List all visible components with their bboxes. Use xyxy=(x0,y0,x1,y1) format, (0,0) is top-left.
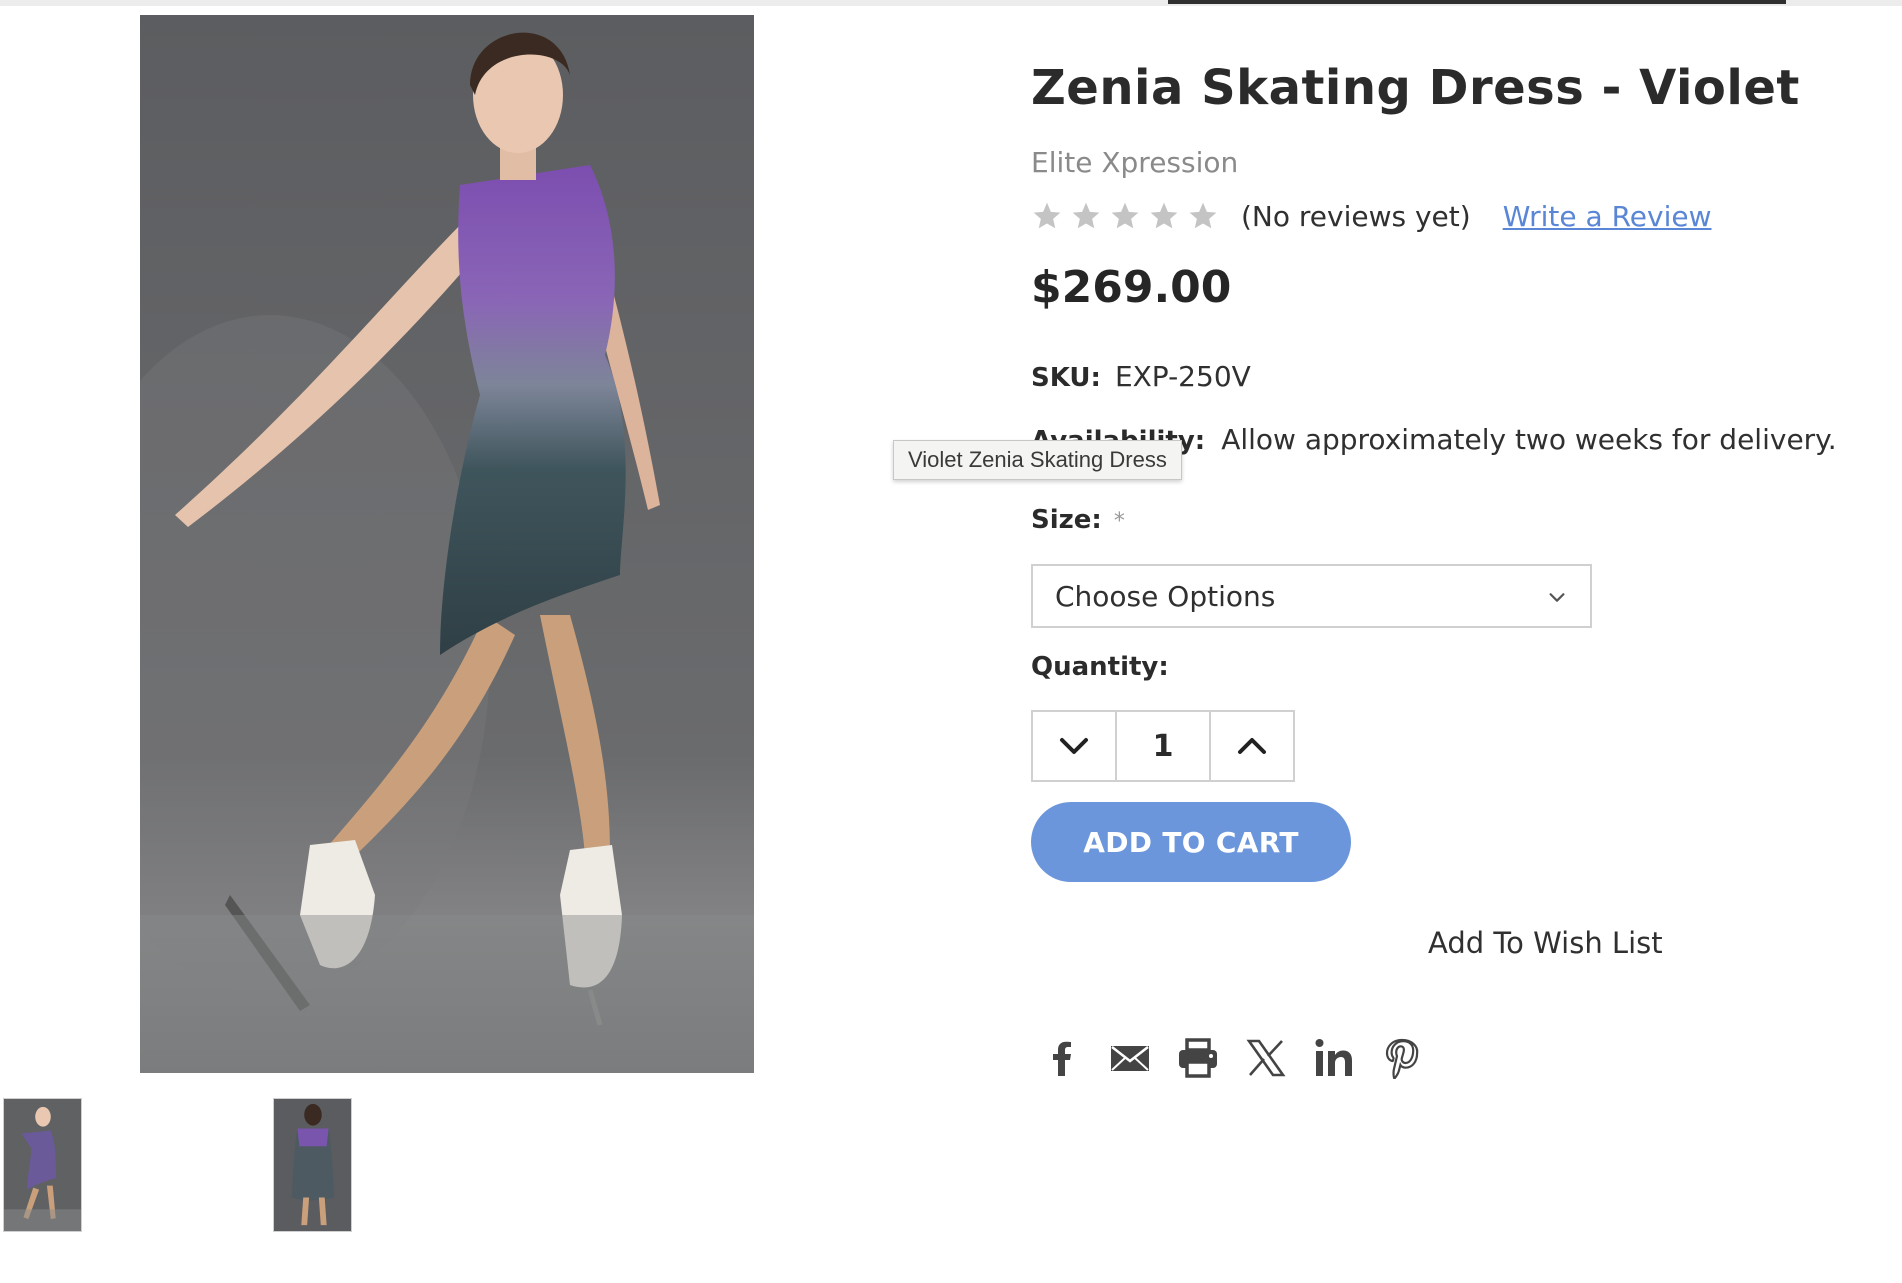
quantity-increase-button[interactable] xyxy=(1211,712,1293,780)
image-tooltip: Violet Zenia Skating Dress xyxy=(893,440,1182,480)
quantity-input[interactable]: 1 xyxy=(1115,712,1211,780)
write-review-link[interactable]: Write a Review xyxy=(1503,200,1712,233)
rating-stars xyxy=(1031,200,1219,232)
add-to-cart-button[interactable]: ADD TO CART xyxy=(1031,802,1351,882)
print-icon[interactable] xyxy=(1176,1036,1220,1080)
main-product-image[interactable] xyxy=(140,15,754,1073)
rating-row: (No reviews yet) Write a Review xyxy=(1031,196,1711,236)
required-marker: * xyxy=(1113,509,1125,534)
star-icon xyxy=(1109,200,1141,232)
active-tab-indicator xyxy=(1168,0,1786,4)
size-select-value: Choose Options xyxy=(1055,580,1276,613)
quantity-decrease-button[interactable] xyxy=(1033,712,1115,780)
sku-label: SKU: xyxy=(1031,363,1101,393)
x-icon[interactable] xyxy=(1244,1036,1288,1080)
chevron-down-icon xyxy=(1060,738,1088,754)
linkedin-icon[interactable] xyxy=(1312,1036,1356,1080)
quantity-stepper: 1 xyxy=(1031,710,1295,782)
sku-row: SKU: EXP-250V xyxy=(1031,360,1251,393)
size-row: Size: * xyxy=(1031,505,1125,535)
star-icon xyxy=(1070,200,1102,232)
product-brand[interactable]: Elite Xpression xyxy=(1031,146,1238,179)
email-icon[interactable] xyxy=(1108,1036,1152,1080)
star-icon xyxy=(1148,200,1180,232)
quantity-label: Quantity: xyxy=(1031,652,1169,682)
pinterest-icon[interactable] xyxy=(1380,1036,1424,1080)
chevron-down-icon xyxy=(1549,593,1565,602)
sku-value: EXP-250V xyxy=(1114,360,1251,393)
gallery-thumbnail-back[interactable] xyxy=(273,1098,352,1232)
quantity-row: Quantity: xyxy=(1031,652,1169,682)
size-label: Size: xyxy=(1031,505,1102,535)
facebook-icon[interactable] xyxy=(1040,1036,1084,1080)
size-select[interactable]: Choose Options xyxy=(1031,564,1592,628)
star-icon xyxy=(1187,200,1219,232)
reviews-count: (No reviews yet) xyxy=(1241,199,1471,233)
product-title: Zenia Skating Dress - Violet xyxy=(1031,60,1800,116)
star-icon xyxy=(1031,200,1063,232)
gallery-thumbnail-front[interactable] xyxy=(3,1098,82,1232)
product-price: $269.00 xyxy=(1031,262,1232,313)
availability-value: Allow approximately two weeks for delive… xyxy=(1221,423,1837,456)
add-to-wish-list-button[interactable]: Add To Wish List xyxy=(1428,926,1663,960)
chevron-up-icon xyxy=(1238,738,1266,754)
share-bar xyxy=(1040,1036,1424,1080)
